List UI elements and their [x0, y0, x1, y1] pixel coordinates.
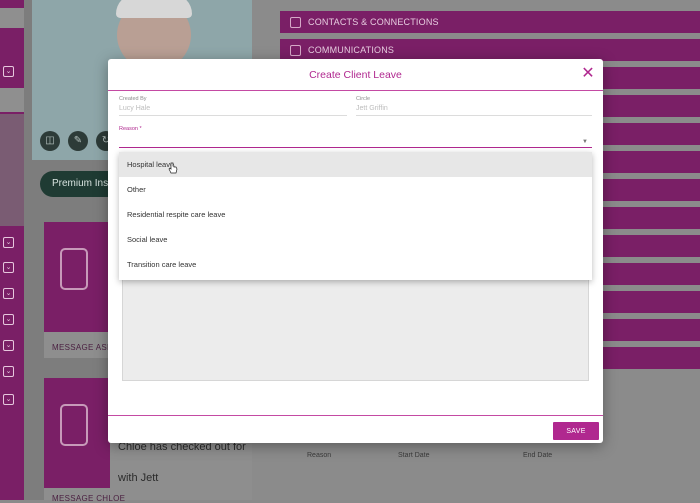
qr-phone-icon	[60, 248, 88, 290]
message-tile	[44, 378, 110, 488]
message-tile	[44, 222, 110, 332]
option-hospital-leave[interactable]: Hospital leave	[119, 152, 592, 177]
table-header-end-date: End Date	[523, 452, 553, 459]
reason-select-underline[interactable]	[119, 147, 592, 148]
chevron-down-icon[interactable]: ⌄	[3, 394, 14, 405]
gallery-icon[interactable]: ◫	[40, 131, 60, 151]
chevron-down-icon[interactable]: ⌄	[3, 288, 14, 299]
option-transition-care-leave[interactable]: Transition care leave	[119, 252, 592, 277]
reason-label: Reason *	[119, 126, 142, 132]
circle-field: Jett Griffin	[356, 105, 388, 112]
field-underline	[356, 115, 592, 116]
accordion-communications[interactable]: COMMUNICATIONS	[280, 39, 700, 61]
message-card-caption: MESSAGE CHLOE	[52, 494, 126, 503]
close-icon[interactable]: ✕	[581, 66, 595, 82]
modal-title: Create Client Leave	[309, 69, 402, 81]
chevron-down-icon	[290, 45, 301, 56]
dropdown-caret-icon[interactable]: ▼	[582, 139, 588, 145]
chevron-down-icon[interactable]: ⌄	[3, 262, 14, 273]
chevron-down-icon[interactable]: ⌄	[3, 366, 14, 377]
field-underline	[119, 115, 347, 116]
nav-block	[0, 8, 24, 28]
chevron-down-icon[interactable]: ⌄	[3, 237, 14, 248]
accordion-label: COMMUNICATIONS	[308, 45, 395, 55]
accordion-label: CONTACTS & CONNECTIONS	[308, 17, 439, 27]
chevron-down-icon[interactable]: ⌄	[3, 66, 14, 77]
client-hair	[116, 0, 192, 18]
reason-dropdown-list: Hospital leave Other Residential respite…	[119, 152, 592, 280]
option-other[interactable]: Other	[119, 177, 592, 202]
save-button[interactable]: SAVE	[553, 422, 599, 440]
chevron-down-icon[interactable]: ⌄	[3, 340, 14, 351]
table-header-reason: Reason	[307, 452, 332, 459]
accordion-contacts-connections[interactable]: CONTACTS & CONNECTIONS	[280, 11, 700, 33]
chevron-down-icon	[290, 17, 301, 28]
title-divider	[108, 90, 603, 91]
nav-block	[0, 114, 24, 226]
notes-textarea[interactable]	[122, 279, 589, 381]
option-social-leave[interactable]: Social leave	[119, 227, 592, 252]
chevron-down-icon[interactable]: ⌄	[3, 314, 14, 325]
table-header-start-date: Start Date	[398, 452, 430, 459]
checkout-message-line2: with Jett	[118, 472, 159, 484]
circle-label: Circle	[356, 96, 371, 102]
qr-phone-icon	[60, 404, 88, 446]
edit-icon[interactable]: ✎	[68, 131, 88, 151]
created-by-field: Lucy Hale	[119, 105, 151, 112]
left-nav-strip: ⌄ ⌄ ⌄ ⌄ ⌄ ⌄ ⌄ ⌄	[0, 0, 24, 500]
nav-block	[0, 88, 24, 112]
option-residential-respite-care-leave[interactable]: Residential respite care leave	[119, 202, 592, 227]
hand-cursor-icon	[168, 162, 178, 174]
footer-divider	[108, 415, 603, 416]
created-by-label: Created By	[119, 96, 147, 102]
